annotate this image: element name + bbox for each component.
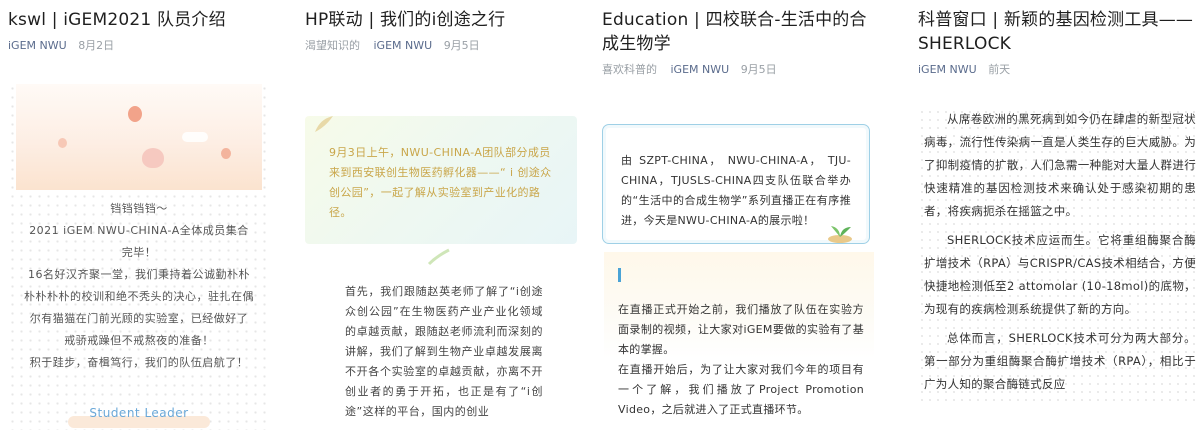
intro-text: 由 SZPT-CHINA， NWU-CHINA-A， TJU-CHINA，TJU… [621,154,851,227]
article-card-3[interactable]: Education | 四校联合-生活中的合成生物学 喜欢科普的 iGEM NW… [602,0,874,430]
article-source[interactable]: iGEM NWU [918,63,977,76]
cover-banner [16,84,262,190]
intro-line: 积于跬步，奋楫笃行，我们的队伍启航了！ [29,356,249,369]
quote-text: 9月3日上午，NWU-CHINA-A团队部分成员来到西安联创生物医药孵化器——“… [329,146,552,219]
article-title[interactable]: Education | 四校联合-生活中的合成生物学 [602,8,874,56]
article-date: 9月5日 [443,39,480,52]
article-source[interactable]: iGEM NWU [8,39,67,52]
livestream-section: 在直播正式开始之前，我们播放了队伍在实验方面录制的视频，让大家对iGEM要做的实… [604,252,874,430]
article-date: 8月2日 [78,39,115,52]
intro-line: 16名好汉齐聚一堂，我们秉持着公诚勤朴朴 [28,268,250,281]
balloon-icon [58,138,67,148]
leaf-icon [315,116,333,132]
sprout-icon [828,226,852,243]
student-leader-heading: Student Leader [8,406,268,428]
article-date: 前天 [988,63,1011,76]
cloud-icon [182,132,208,142]
intro-line: 2021 iGEM NWU-CHINA-A全体成员集合 [29,224,249,237]
article-source[interactable]: iGEM NWU [671,63,730,76]
article-tag: 渴望知识的 [305,39,360,52]
article-card-2[interactable]: HP联动 | 我们的i创途之行 渴望知识的 iGEM NWU 9月5日 9月3日… [305,0,580,430]
intro-line: 完毕！ [121,246,157,259]
article-title[interactable]: HP联动 | 我们的i创途之行 [305,8,580,32]
balloon-icon [128,106,142,122]
bunny-icon [142,148,164,168]
article-title[interactable]: 科普窗口 | 新颖的基因检测工具——SHERLOCK [918,8,1200,56]
article-source[interactable]: iGEM NWU [374,39,433,52]
intro-line: 铛铛铛铛～ [110,202,168,215]
intro-line: 戒骄戒躁但不戒熬夜的准备！ [64,334,214,347]
article-meta: iGEM NWU 前天 [918,62,1200,78]
intro-box: 由 SZPT-CHINA， NWU-CHINA-A， TJU-CHINA，TJU… [602,124,870,244]
article-tag: 喜欢科普的 [602,63,657,76]
balloon-icon [221,148,231,159]
article-body: 从席卷欧洲的黑死病到如今仍在肆虐的新型冠状病毒，流行性传染病一直是人类生存的巨大… [918,108,1196,402]
article-card-4[interactable]: 科普窗口 | 新颖的基因检测工具——SHERLOCK iGEM NWU 前天 从… [918,0,1200,430]
article-title[interactable]: kswl | iGEM2021 队员介绍 [8,8,268,32]
article-cover[interactable]: 铛铛铛铛～ 2021 iGEM NWU-CHINA-A全体成员集合 完毕！ 16… [8,84,268,430]
article-meta: iGEM NWU 8月2日 [8,38,268,54]
article-meta: 渴望知识的 iGEM NWU 9月5日 [305,38,580,54]
intro-text: 铛铛铛铛～ 2021 iGEM NWU-CHINA-A全体成员集合 完毕！ 16… [8,198,268,374]
intro-line: 尔有猫猫在门前光顾的实验室，已经做好了 [29,312,249,325]
paragraph: 从席卷欧洲的黑死病到如今仍在肆虐的新型冠状病毒，流行性传染病一直是人类生存的巨大… [924,112,1196,218]
article-date: 9月5日 [740,63,777,76]
quote-box: 9月3日上午，NWU-CHINA-A团队部分成员来到西安联创生物医药孵化器——“… [305,116,577,266]
section-text: 在直播正式开始之前，我们播放了队伍在实验方面录制的视频，让大家对iGEM要做的实… [618,303,864,416]
intro-line: 朴朴朴朴的校训和绝不秃头的决心，驻扎在偶 [24,290,254,303]
paragraph: 总体而言，SHERLOCK技术可分为两大部分。第一部分为重组酶聚合酶扩增技术（R… [924,331,1196,391]
section-marker [618,268,621,282]
paragraph: SHERLOCK技术应运而生。它将重组酶聚合酶扩增技术（RPA）与CRISPR/… [924,233,1196,316]
article-body: 首先，我们跟随赵英老师了解了“i创途众创公园”在生物医药产业产业化领域的卓越贡献… [345,285,543,418]
article-card-1[interactable]: kswl | iGEM2021 队员介绍 iGEM NWU 8月2日 铛铛铛铛～… [8,0,268,430]
article-meta: 喜欢科普的 iGEM NWU 9月5日 [602,62,874,78]
leaf-icon [427,248,450,266]
